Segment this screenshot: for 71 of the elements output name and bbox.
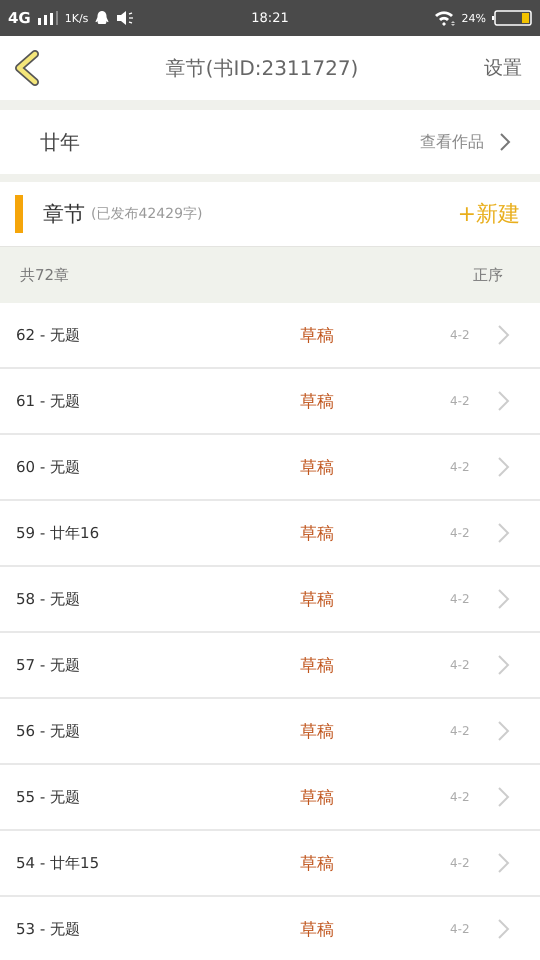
view-work-link[interactable]: 查看作品 <box>420 132 484 152</box>
chevron-right-icon <box>496 522 510 544</box>
chapter-row[interactable]: 55 - 无题 草稿 4-2 <box>0 765 540 831</box>
chapter-date: 4-2 <box>450 526 471 540</box>
page-title: 章节(书ID:2311727) <box>166 54 358 82</box>
book-title: 廿年 <box>40 128 81 156</box>
chevron-right-icon <box>496 786 510 808</box>
chevron-right-icon <box>496 654 510 676</box>
chapter-title: 61 - 无题 <box>16 392 82 410</box>
chevron-right-icon <box>496 720 510 742</box>
clock: 18:21 <box>251 10 289 26</box>
draft-status: 草稿 <box>300 456 335 478</box>
draft-status: 草稿 <box>300 390 335 412</box>
chapter-date: 4-2 <box>450 724 471 738</box>
chevron-right-icon <box>496 588 510 610</box>
chapter-date: 4-2 <box>450 394 471 408</box>
chapter-row[interactable]: 62 - 无题 草稿 4-2 <box>0 303 540 369</box>
draft-status: 草稿 <box>300 918 335 940</box>
chapter-row[interactable]: 59 - 廿年16 草稿 4-2 <box>0 501 540 567</box>
draft-status: 草稿 <box>300 720 335 742</box>
chapter-count: 共72章 <box>20 266 70 284</box>
chapter-title: 57 - 无题 <box>16 656 82 674</box>
chevron-right-icon <box>496 390 510 412</box>
chapter-title: 55 - 无题 <box>16 788 82 806</box>
chevron-right-icon <box>496 324 510 346</box>
chevron-right-icon <box>498 132 512 152</box>
chapter-date: 4-2 <box>450 790 471 804</box>
chapter-title: 58 - 无题 <box>16 590 82 608</box>
chapter-date: 4-2 <box>450 856 471 870</box>
back-button[interactable] <box>14 50 40 86</box>
chapter-title: 60 - 无题 <box>16 458 82 476</box>
chapter-title: 62 - 无题 <box>16 326 82 344</box>
chevron-right-icon <box>496 852 510 874</box>
chapter-title: 53 - 无题 <box>16 920 82 938</box>
chapter-title: 59 - 廿年16 <box>16 524 100 542</box>
book-row[interactable]: 廿年 查看作品 <box>0 110 540 174</box>
draft-status: 草稿 <box>300 654 335 676</box>
battery-icon <box>492 10 532 26</box>
section-title: 章节 <box>43 201 85 228</box>
chapter-row[interactable]: 56 - 无题 草稿 4-2 <box>0 699 540 765</box>
chapter-row[interactable]: 57 - 无题 草稿 4-2 <box>0 633 540 699</box>
battery-label: 24% <box>462 12 486 24</box>
wifi-icon <box>434 10 456 26</box>
network-label: 4G <box>8 9 31 27</box>
draft-status: 草稿 <box>300 852 335 874</box>
chapter-row[interactable]: 58 - 无题 草稿 4-2 <box>0 567 540 633</box>
accent-bar <box>15 195 23 233</box>
word-count: (已发布42429字) <box>91 205 204 223</box>
speed-label: 1K/s <box>64 12 88 24</box>
chevron-left-icon <box>14 50 40 86</box>
sort-order-button[interactable]: 正序 <box>473 266 503 284</box>
chapter-date: 4-2 <box>450 460 471 474</box>
chapter-row[interactable]: 53 - 无题 草稿 4-2 <box>0 897 540 960</box>
chevron-right-icon <box>496 456 510 478</box>
chapter-row[interactable]: 61 - 无题 草稿 4-2 <box>0 369 540 435</box>
chapter-date: 4-2 <box>450 592 471 606</box>
penguin-icon <box>94 10 110 26</box>
draft-status: 草稿 <box>300 522 335 544</box>
chapter-title: 56 - 无题 <box>16 722 82 740</box>
chapter-row[interactable]: 60 - 无题 草稿 4-2 <box>0 435 540 501</box>
chapter-date: 4-2 <box>450 658 471 672</box>
settings-button[interactable]: 设置 <box>484 55 522 81</box>
chapter-title: 54 - 廿年15 <box>16 854 100 872</box>
chevron-right-icon <box>496 918 510 940</box>
draft-status: 草稿 <box>300 324 335 346</box>
signal-icon <box>36 11 59 25</box>
draft-status: 草稿 <box>300 786 335 808</box>
chapter-date: 4-2 <box>450 922 471 936</box>
chapter-row[interactable]: 54 - 廿年15 草稿 4-2 <box>0 831 540 897</box>
draft-status: 草稿 <box>300 588 335 610</box>
chapter-date: 4-2 <box>450 328 471 342</box>
